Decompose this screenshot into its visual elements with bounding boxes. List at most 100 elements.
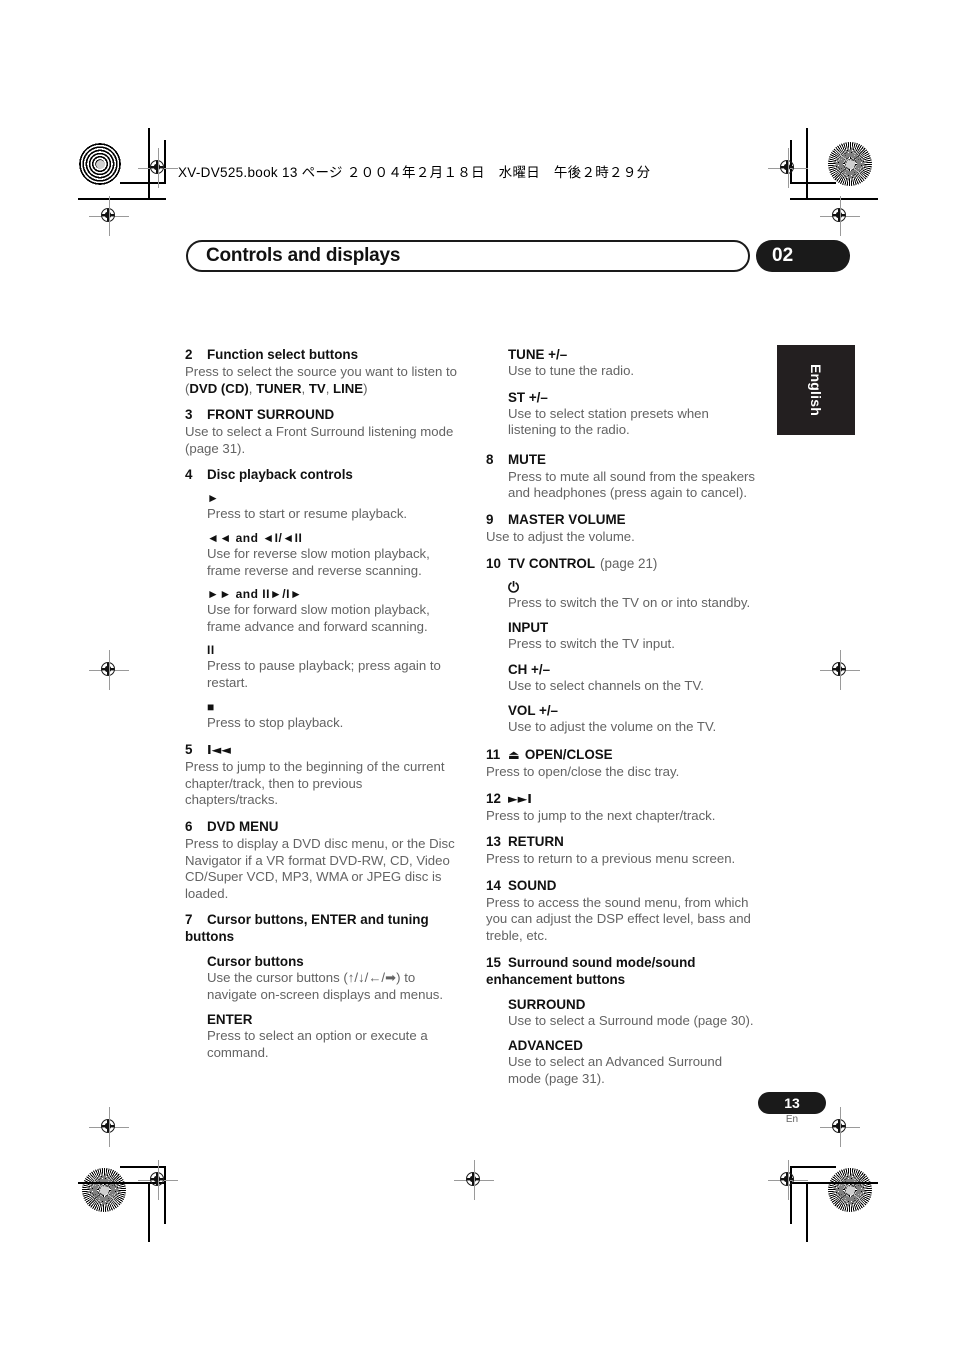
chapter-number-badge: 02 (756, 240, 850, 272)
entry-item-11: 11 ⏏ OPEN/CLOSE Press to open/close the di… (486, 746, 758, 781)
stop-icon: ■ (207, 699, 215, 714)
sub-entry-pause: II Press to pause playback; press again … (207, 643, 457, 691)
chapter-title-bar: Controls and displays (186, 240, 750, 272)
sub-entry-body: Use to tune the radio. (508, 363, 635, 378)
sub-entry-body: Use to select a Surround mode (page 30). (508, 1012, 754, 1028)
sub-entry-title: INPUT (508, 620, 549, 636)
language-tab: English (777, 345, 855, 435)
entry-heading: 14 SOUND (486, 877, 758, 894)
entry-page-ref: (page 21) (600, 555, 658, 571)
entry-body: Press to return to a previous menu scree… (486, 851, 736, 867)
registration-cross-bottom-left (138, 1160, 178, 1200)
entry-heading: 10 TV CONTROL (page 21) (486, 555, 758, 572)
sub-entry-body: Use for reverse slow motion playback, fr… (207, 545, 430, 578)
entry-number: 7 (185, 912, 193, 928)
entry-body: Press to mute all sound from the speaker… (508, 468, 756, 501)
entry-title: TV CONTROL (508, 555, 596, 571)
entry-heading: 13 RETURN (486, 833, 758, 850)
sub-entry-st: ST +/– Use to select station presets whe… (508, 389, 758, 439)
entry-heading: 6 DVD MENU (185, 818, 457, 835)
sub-entry-cursor-buttons: Cursor buttons Use the cursor buttons (↑… (207, 953, 457, 1003)
entry-body: Press to access the sound menu, from whi… (486, 894, 751, 943)
sub-entry-title: CH +/– (508, 661, 551, 677)
entry-body: Press to jump to the next chapter/track. (486, 807, 716, 823)
source-dvd-cd: DVD (CD) (189, 380, 249, 396)
sub-entry-ch: CH +/– Use to select channels on the TV. (508, 661, 758, 695)
entry-title: DVD MENU (207, 818, 279, 834)
sub-entry-body: Press to stop playback. (207, 714, 344, 730)
next-track-icon: ►►I (508, 790, 532, 806)
power-icon: ⏻ (508, 578, 520, 595)
entry-body: Press to display a DVD disc menu, or the… (185, 835, 455, 901)
sub-entry-forward-scan: ►► and II►/I► Use for forward slow motio… (207, 587, 457, 635)
sub-entry-body: Press to start or resume playback. (207, 506, 408, 522)
registration-cross-bottom-right (768, 1160, 808, 1200)
sub-entry-surround: SURROUND Use to select a Surround mode (… (508, 996, 758, 1030)
entry-body: Use to select a Front Surround listening… (185, 424, 454, 456)
entry-body: Use to adjust the volume. (486, 528, 635, 544)
sub-entry-tv-power: ⏻ Press to switch the TV on or into stan… (508, 578, 758, 612)
sub-entry-play: ► Press to start or resume playback. (207, 491, 457, 523)
right-text-column: TUNE +/– Use to tune the radio. ST +/– U… (486, 346, 758, 1087)
entry-number: 4 (185, 467, 193, 483)
entry-item-10: 10 TV CONTROL (page 21) ⏻ Press to switch … (486, 555, 758, 736)
registration-cross-upper-right (820, 196, 860, 236)
entry-title: Cursor buttons, ENTER and tuning buttons (185, 912, 429, 945)
entry-number: 15 (486, 954, 501, 970)
entry-item-5: 5 I◄◄ Press to jump to the beginning of t… (185, 741, 457, 809)
entry-heading: 5 I◄◄ (185, 741, 457, 758)
entry-item-6: 6 DVD MENU Press to display a DVD disc me… (185, 818, 457, 902)
entry-heading: 3 FRONT SURROUND (185, 406, 457, 423)
sub-entry-title: TUNE +/– (508, 347, 568, 362)
entry-heading: 8 MUTE (486, 451, 758, 468)
entry-number: 5 (185, 742, 193, 758)
left-text-column: 2 Function select buttons Press to select… (185, 346, 457, 1062)
registration-cross-upper-left (89, 196, 129, 236)
forward-scan-icon: ►► and II►/I► (207, 587, 303, 602)
sub-entry-advanced: ADVANCED Use to select an Advanced Surro… (508, 1037, 758, 1087)
entry-number: 14 (486, 877, 501, 893)
sub-entry-vol: VOL +/– Use to adjust the volume on the … (508, 702, 758, 736)
entry-number: 8 (486, 451, 494, 467)
sub-entry-stop: ■ Press to stop playback. (207, 700, 457, 732)
entry-title: RETURN (508, 834, 564, 850)
previous-track-icon: I◄◄ (207, 742, 231, 758)
entry-heading: 9 MASTER VOLUME (486, 511, 758, 528)
sep-1: , (248, 380, 257, 396)
entry-number: 10 (486, 555, 501, 571)
entry-number: 13 (486, 834, 501, 850)
play-icon: ► (207, 491, 220, 506)
sub-entry-title: ENTER (207, 1012, 253, 1028)
entry-heading: 7 Cursor buttons, ENTER and tuning button… (185, 911, 457, 945)
page-title: Controls and displays (206, 245, 401, 266)
sub-entry-title: ST +/– (508, 389, 548, 405)
entry-item-4: 4 Disc playback controls ► Press to start… (185, 466, 457, 731)
sub-entry-body: Use for forward slow motion playback, fr… (207, 602, 430, 634)
entry-title: MASTER VOLUME (508, 511, 626, 527)
entry-item-13: 13 RETURN Press to return to a previous m… (486, 833, 758, 868)
book-file-header: XV-DV525.book 13 ページ ２００４年２月１８日 水曜日 午後２時… (178, 165, 651, 180)
sub-entry-body: Use to select station presets when liste… (508, 405, 709, 438)
sub-entry-enter: ENTER Press to select an option or execu… (207, 1011, 457, 1061)
entry-number: 12 (486, 790, 501, 806)
entry-title: Function select buttons (207, 347, 359, 362)
eject-icon: ⏏ (508, 746, 520, 762)
source-line: LINE (333, 380, 364, 396)
sub-entry-title: SURROUND (508, 996, 586, 1012)
entry-number: 2 (185, 347, 193, 362)
entry-title: Surround sound mode/sound enhancement bu… (486, 954, 696, 987)
entry-heading: 15 Surround sound mode/sound enhancement … (486, 954, 758, 988)
reverse-scan-icon: ◄◄ and ◄I/◄II (207, 530, 303, 545)
language-tab-label: English (808, 364, 824, 416)
page-number-badge: 13 (758, 1092, 826, 1114)
entry-number: 6 (185, 818, 193, 834)
entry-title: OPEN/CLOSE (524, 746, 613, 762)
body-part-post: ) (363, 380, 368, 396)
entry-body: Press to open/close the disc tray. (486, 763, 680, 779)
sub-entry-body: Use the cursor buttons (↑/↓/←/➡) to navi… (207, 970, 444, 1002)
entry-number: 11 (486, 746, 501, 762)
registration-cross-mid-left (89, 650, 129, 690)
sub-entry-body: Use to select an Advanced Surround mode … (508, 1054, 723, 1086)
sub-entry-title: Cursor buttons (207, 954, 304, 970)
entry-title: Disc playback controls (207, 467, 353, 483)
